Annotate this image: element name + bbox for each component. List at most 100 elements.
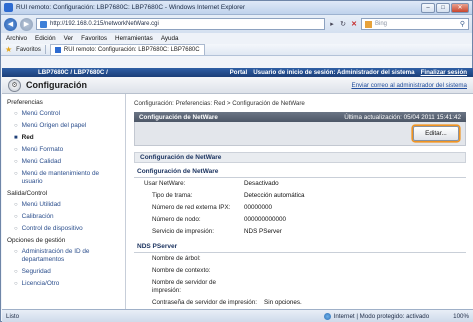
edit-button[interactable]: Editar... [413,126,459,141]
setting-row: Servicio de impresión: NDS PServer [134,226,466,238]
address-bar: ◀ ▶ http://192.168.0.215/networkNetWare.… [1,15,472,33]
status-text: Listo [6,312,20,320]
setting-label: Servicio de impresión: [152,228,214,235]
page-header: ⚙ Configuración Enviar correo al adminis… [2,77,473,94]
sidebar-item-formato[interactable]: ○ Menú Formato [2,144,125,156]
bullet-icon: ○ [14,281,18,287]
sidebar-item-origen-papel[interactable]: ○ Menú Origen del papel [2,120,125,132]
sidebar-item-label: Menú Formato [21,146,64,153]
setting-value: NDS PServer [244,228,282,235]
panel-header: Configuración de NetWare Última actualiz… [134,112,466,122]
subsection-netware: Configuración de NetWare [134,168,466,178]
favorites-star-icon[interactable]: ★ [5,45,12,54]
sidebar-item-label: Calibración [21,213,54,220]
menu-ayuda[interactable]: Ayuda [161,35,179,42]
panel-title: Configuración de NetWare [139,113,218,121]
bullet-icon: ○ [14,202,18,208]
setting-value: 00000000 [244,204,273,211]
bullet-icon: ○ [14,159,18,165]
sidebar-item-label: Seguridad [21,268,51,275]
setting-row: Nombre de contexto: [134,265,466,277]
setting-label: Número de red externa IPX: [152,204,231,211]
edit-area: Editar... [134,122,466,146]
page-icon [40,20,47,28]
setting-row: Nombre de árbol: [134,253,466,265]
sidebar-item-calibracion[interactable]: ○ Calibración [2,211,125,223]
sidebar-item-calidad[interactable]: ○ Menú Calidad [2,156,125,168]
section-title: Configuración de NetWare [134,152,466,163]
status-bar: Listo Internet | Modo protegido: activad… [2,309,473,322]
search-icon[interactable]: ⚲ [460,20,465,28]
bullet-icon: ○ [14,147,18,153]
browser-tab[interactable]: RUI remoto: Configuración: LBP7680C: LBP… [49,44,205,55]
web-page: LBP7680C / LBP7680C / Portal Usuario de … [2,68,473,309]
breadcrumb: Configuración: Preferencias: Red > Confi… [134,100,305,107]
setting-row: Número de red externa IPX: 00000000 [134,202,466,214]
sidebar-item-label: Menú Calidad [21,158,62,165]
sidebar-item-label: Menú Control [21,110,60,117]
sidebar-item-menu-control[interactable]: ○ Menú Control [2,108,125,120]
menu-favoritos[interactable]: Favoritos [81,35,107,42]
bing-icon [365,20,372,28]
refresh-icon[interactable]: ↻ [339,20,347,28]
sidebar-item-red[interactable]: ■ Red [2,132,125,144]
setting-label: Nombre de árbol: [152,255,201,262]
setting-value: Desactivado [244,180,279,187]
logout-link[interactable]: Finalizar sesión [421,69,467,76]
device-name: LBP7680C / LBP7680C / [38,69,108,76]
portal-link[interactable]: Portal [230,69,248,76]
setting-value: Sin opciones. [264,299,302,306]
sidebar-item-label: Control de dispositivo [21,225,83,232]
back-button[interactable]: ◀ [4,17,17,31]
sidebar-item-control-dispositivo[interactable]: ○ Control de dispositivo [2,223,125,235]
menu-archivo[interactable]: Archivo [6,35,27,42]
menu-ver[interactable]: Ver [64,35,73,42]
menu-herramientas[interactable]: Herramientas [115,35,153,42]
security-zone[interactable]: Internet | Modo protegido: activado [323,312,429,320]
sidebar-heading-opciones-gestion: Opciones de gestión [7,237,66,244]
last-update: Última actualización: 05/04 2011 15:41:4… [344,113,461,121]
maximize-button[interactable]: □ [436,2,450,13]
url-field[interactable]: http://192.168.0.215/networkNetWare.cgi [36,18,325,30]
active-bullet-icon: ■ [14,135,18,141]
mail-admin-link[interactable]: Enviar correo al administrador del siste… [351,82,467,89]
bullet-icon: ○ [14,123,18,129]
settings-icon: ⚙ [8,78,21,92]
subsection-nds-pserver: NDS PServer [134,243,466,253]
bullet-icon: ○ [14,214,18,220]
sidebar-item-mantenimiento[interactable]: ○ Menú de mantenimiento de usuario [2,168,125,188]
sidebar-heading-preferencias: Preferencias [7,99,43,106]
setting-label: Número de nodo: [152,216,201,223]
setting-row: Contraseña de servidor de impresión: Sin … [134,297,466,309]
setting-label: Nombre de servidor de impresión: [152,279,217,294]
sidebar-item-licencia[interactable]: ○ Licencia/Otro [2,278,125,290]
sidebar-item-seguridad[interactable]: ○ Seguridad [2,266,125,278]
sidebar-item-label: Administración de ID de departamentos [21,248,90,263]
bullet-icon: ○ [14,226,18,232]
sidebar-item-id-departamentos[interactable]: ○ Administración de ID de departamentos [2,246,125,266]
divider [44,45,46,54]
menu-edicion[interactable]: Edición [35,35,56,42]
forward-button[interactable]: ▶ [20,17,33,31]
bullet-icon: ○ [14,249,18,255]
menu-bar: Archivo Edición Ver Favoritos Herramient… [1,33,472,44]
favorites-button[interactable]: Favoritos [16,47,41,53]
sidebar-item-utilidad[interactable]: ○ Menú Utilidad [2,199,125,211]
setting-row: Nombre de servidor de impresión: [134,277,466,297]
close-button[interactable]: ✕ [451,2,469,13]
tab-title: RUI remoto: Configuración: LBP7680C: LBP… [63,47,200,53]
zoom-level[interactable]: 100% [453,313,469,320]
sidebar-item-label: Menú de mantenimiento de usuario [21,170,100,185]
search-input[interactable]: Bing ⚲ [361,18,469,30]
browser-window: RUI remoto: Configuración: LBP7680C: LBP… [0,0,473,322]
compat-view-icon[interactable]: ▸ [328,20,336,28]
sidebar-item-label: Red [21,134,34,141]
sidebar: Preferencias ○ Menú Control ○ Menú Origen … [2,94,126,309]
stop-icon[interactable]: ✕ [350,20,358,28]
tab-icon [54,47,61,53]
minimize-button[interactable]: – [421,2,435,13]
login-user: Usuario de inicio de sesión: Administrad… [253,69,415,76]
bullet-icon: ○ [14,171,18,177]
url-text: http://192.168.0.215/networkNetWare.cgi [50,21,159,27]
setting-label: Contraseña de servidor de impresión: [152,299,258,306]
